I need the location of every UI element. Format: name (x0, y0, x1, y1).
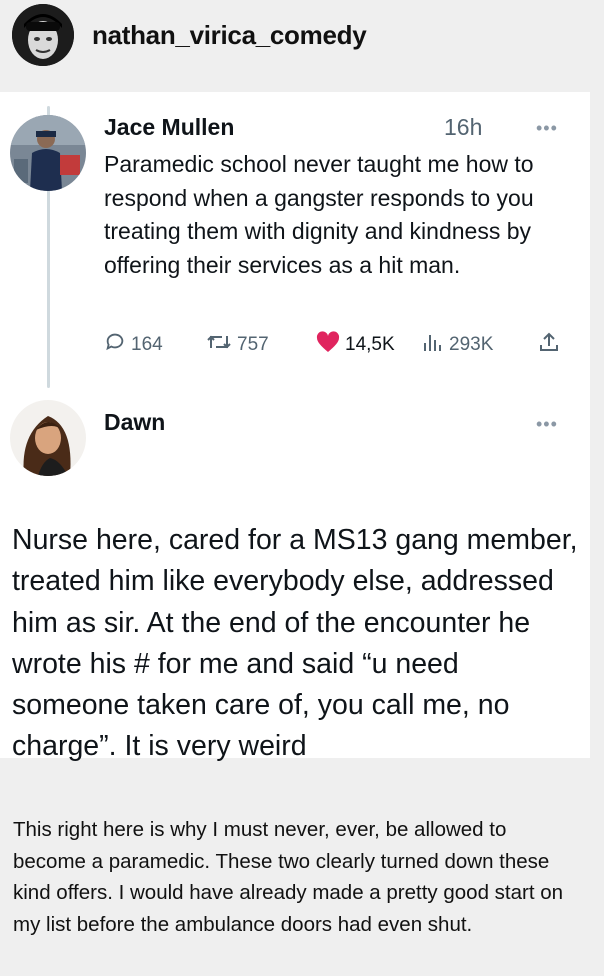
retweet-count: 757 (237, 334, 269, 355)
tweet-author-name[interactable]: Jace Mullen (104, 114, 234, 141)
share-button[interactable] (538, 330, 565, 360)
post-caption: This right here is why I must never, eve… (13, 818, 564, 936)
tweet-timestamp: 16h (444, 114, 483, 140)
reply-author-name[interactable]: Dawn (104, 409, 165, 436)
post-header: nathan_virica_comedy (0, 0, 604, 80)
more-options-icon[interactable]: ••• (536, 118, 558, 139)
author-avatar[interactable] (10, 115, 86, 191)
views-icon (422, 331, 449, 359)
reply-author-avatar[interactable] (10, 400, 86, 476)
views-count: 293K (449, 334, 494, 355)
retweet-icon (206, 331, 237, 359)
tweet-text: Paramedic school never taught me how to … (104, 151, 534, 278)
heart-icon (316, 331, 345, 359)
reply-button[interactable]: 164 (104, 330, 163, 360)
reply-count: 164 (131, 334, 163, 355)
reply-text: Nurse here, cared for a MS13 gang member… (12, 524, 578, 763)
like-button[interactable]: 14,5K (316, 330, 395, 360)
profile-avatar[interactable] (12, 4, 74, 66)
views-button[interactable]: 293K (422, 330, 493, 360)
reply-more-options-icon[interactable]: ••• (536, 414, 558, 435)
like-count: 14,5K (345, 334, 395, 355)
share-icon (538, 331, 565, 359)
retweet-button[interactable]: 757 (206, 330, 269, 360)
username[interactable]: nathan_virica_comedy (92, 20, 367, 51)
reply-icon (104, 331, 131, 359)
tweet-actions: 164 757 14,5K 293K (104, 330, 574, 360)
